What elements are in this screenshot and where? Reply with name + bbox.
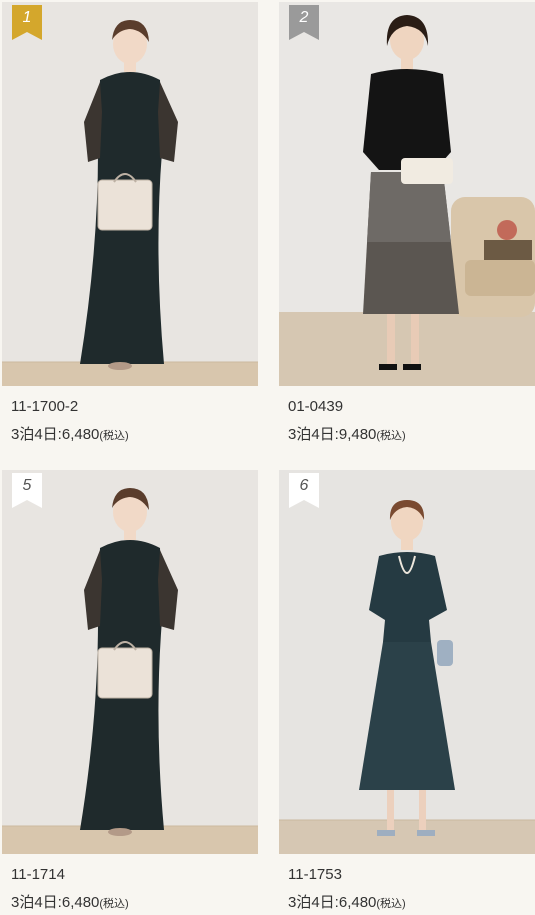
product-photo[interactable] (279, 470, 535, 854)
product-code[interactable]: 11-1714 (11, 866, 65, 883)
price-text: 3泊4日:9,480 (288, 426, 377, 443)
rank-badge: 6 (289, 473, 319, 508)
rank-number: 5 (22, 477, 32, 494)
product-code[interactable]: 01-0439 (288, 398, 343, 415)
product-code[interactable]: 11-1700-2 (11, 398, 78, 415)
product-price: 3泊4日:6,480(税込) (288, 891, 406, 912)
price-text: 3泊4日:6,480 (11, 894, 100, 911)
price-text: 3泊4日:6,480 (11, 426, 100, 443)
product-card[interactable]: 2 01-0439 3泊4日:9,480(税込) (279, 2, 535, 444)
product-price: 3泊4日:6,480(税込) (11, 423, 129, 444)
price-text: 3泊4日:6,480 (288, 894, 377, 911)
product-photo[interactable] (2, 470, 258, 854)
tax-label: (税込) (99, 898, 129, 910)
rank-badge: 5 (12, 473, 42, 508)
rank-badge: 1 (12, 5, 42, 40)
rank-number: 2 (299, 9, 309, 26)
tax-label: (税込) (99, 430, 129, 442)
tax-label: (税込) (376, 430, 406, 442)
product-card[interactable]: 1 11-1700-2 3泊4日:6,480(税込) (2, 2, 258, 444)
product-price: 3泊4日:6,480(税込) (11, 891, 129, 912)
rank-badge: 2 (289, 5, 319, 40)
product-card[interactable]: 5 11-1714 3泊4日:6,480(税込) (2, 470, 258, 912)
rank-number: 6 (299, 477, 309, 494)
product-code[interactable]: 11-1753 (288, 866, 342, 883)
product-photo[interactable] (2, 2, 258, 386)
tax-label: (税込) (376, 898, 406, 910)
product-price: 3泊4日:9,480(税込) (288, 423, 406, 444)
product-card[interactable]: 6 11-1753 3泊4日:6,480(税込) (279, 470, 535, 912)
product-photo[interactable] (279, 2, 535, 386)
product-grid: 1 11-1700-2 3泊4日:6,480(税込) 2 01-0439 3泊4… (0, 0, 535, 915)
rank-number: 1 (22, 9, 32, 26)
